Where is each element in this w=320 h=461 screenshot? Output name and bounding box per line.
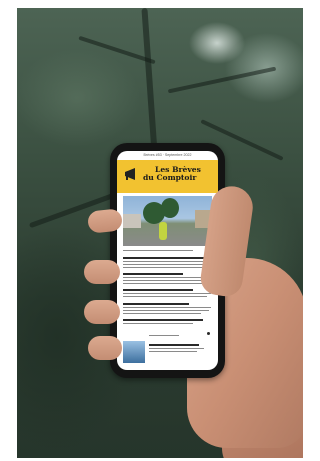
teaser-text	[149, 335, 179, 337]
pine-branch	[167, 66, 277, 94]
article-text	[123, 261, 209, 263]
article-text	[123, 296, 207, 298]
article-text	[123, 283, 205, 285]
article-heading	[123, 303, 189, 305]
article-text	[123, 323, 193, 325]
tree	[161, 198, 179, 218]
article-text	[123, 310, 209, 312]
article-text	[123, 307, 211, 309]
article-text	[123, 264, 207, 266]
article-heading	[123, 289, 193, 291]
teaser-image	[123, 341, 145, 363]
newsletter-banner: Les Brèves du Comptoir	[117, 160, 218, 193]
article-heading	[123, 273, 183, 275]
article-text	[123, 280, 209, 282]
article-text	[123, 267, 203, 269]
article-text	[123, 313, 201, 315]
megaphone-icon	[123, 167, 137, 181]
newsletter-title-line2: du Comptoir	[143, 173, 197, 182]
teaser-heading	[149, 344, 199, 346]
teaser-text	[149, 348, 204, 350]
building	[123, 214, 141, 228]
caption-line	[123, 250, 193, 252]
street-photo	[123, 196, 212, 246]
teaser-text	[149, 351, 197, 353]
article-heading	[123, 257, 211, 259]
issue-line: Brèves #53 · Septembre 2022	[143, 153, 192, 157]
finger	[84, 300, 120, 324]
article-text	[123, 293, 211, 295]
article-heading	[123, 319, 203, 321]
person	[159, 222, 167, 240]
dot-icon	[207, 332, 210, 335]
finger	[88, 336, 122, 360]
finger	[84, 260, 120, 284]
article-text	[123, 277, 211, 279]
